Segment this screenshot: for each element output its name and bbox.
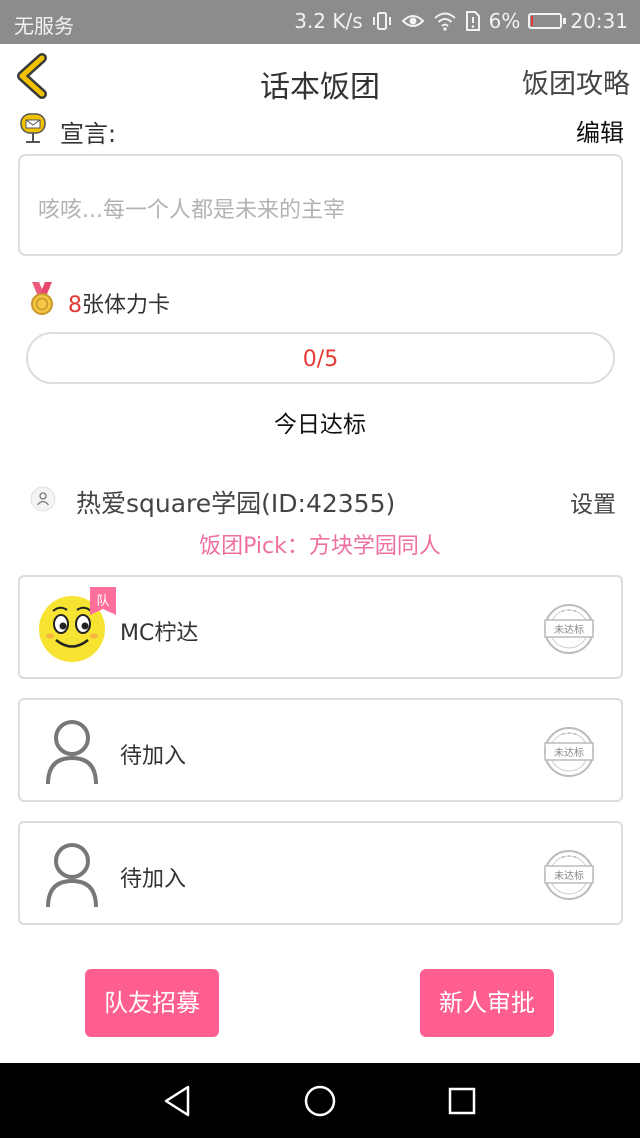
back-triangle-icon[interactable] — [160, 1083, 196, 1119]
member-card[interactable]: 待加入 未达标 — [18, 821, 623, 925]
mailbox-icon — [18, 112, 48, 144]
carrier-label: 无服务 — [14, 14, 74, 38]
recruit-teammate-button[interactable]: 队友招募 — [85, 969, 219, 1037]
top-header: 话本饭团 饭团攻略 — [0, 44, 640, 116]
team-leader-badge: 队 — [90, 587, 116, 615]
person-placeholder-icon — [36, 837, 108, 909]
stamina-count: 8 — [68, 293, 82, 318]
member-name: 待加入 — [120, 744, 187, 769]
not-met-stamp: 未达标 — [541, 848, 597, 902]
status-bar: 无服务 3.2 K/s 6% 20:31 — [0, 0, 640, 44]
declaration-input[interactable]: 咳咳...每一个人都是未来的主宰 — [18, 154, 623, 256]
vibrate-icon — [371, 10, 393, 32]
stamp-label: 未达标 — [554, 871, 584, 882]
stamp-label: 未达标 — [554, 625, 584, 636]
group-info-row: 热爱square学园(ID:42355) 设置 — [28, 482, 616, 518]
not-met-stamp: 未达标 — [541, 602, 597, 656]
stamina-suffix: 张体力卡 — [82, 293, 171, 318]
daily-progress-bar: 0/5 — [26, 332, 615, 384]
recents-square-icon[interactable] — [444, 1083, 480, 1119]
edit-button[interactable]: 编辑 — [576, 113, 624, 148]
progress-text: 0/5 — [302, 347, 339, 372]
status-icons: 3.2 K/s 6% 20:31 — [294, 9, 628, 33]
network-speed: 3.2 K/s — [294, 9, 363, 33]
guide-link[interactable]: 饭团攻略 — [522, 62, 630, 101]
team-badge-label: 队 — [96, 594, 110, 609]
person-placeholder-icon — [36, 714, 108, 786]
member-card[interactable]: 待加入 未达标 — [18, 698, 623, 802]
member-name: 待加入 — [120, 867, 187, 892]
system-nav-bar — [0, 1063, 640, 1138]
home-circle-icon[interactable] — [302, 1083, 338, 1119]
today-target-label: 今日达标 — [274, 412, 366, 438]
declaration-header: 宣言: 编辑 — [18, 112, 624, 148]
group-avatar-icon — [30, 486, 56, 512]
not-met-stamp: 未达标 — [541, 725, 597, 779]
sim-alert-icon — [465, 10, 481, 32]
battery-icon — [528, 13, 567, 29]
new-member-approval-button[interactable]: 新人审批 — [420, 969, 554, 1037]
clock: 20:31 — [570, 9, 628, 33]
battery-fill — [531, 16, 534, 26]
group-name: 热爱square学园(ID:42355) — [76, 489, 396, 518]
eye-icon — [401, 11, 425, 31]
group-pick-label: 饭团Pick：方块学园同人 — [199, 534, 441, 559]
medal-icon — [28, 282, 56, 316]
stamp-label: 未达标 — [554, 748, 584, 759]
member-card[interactable]: 队 MC柠达 未达标 — [18, 575, 623, 679]
member-name: MC柠达 — [120, 621, 199, 646]
stamina-count-text: 8张体力卡 — [68, 287, 170, 319]
battery-percent: 6% — [488, 9, 521, 33]
declaration-label: 宣言: — [60, 120, 117, 148]
group-settings-button[interactable]: 设置 — [570, 485, 616, 519]
wifi-icon — [433, 11, 457, 31]
